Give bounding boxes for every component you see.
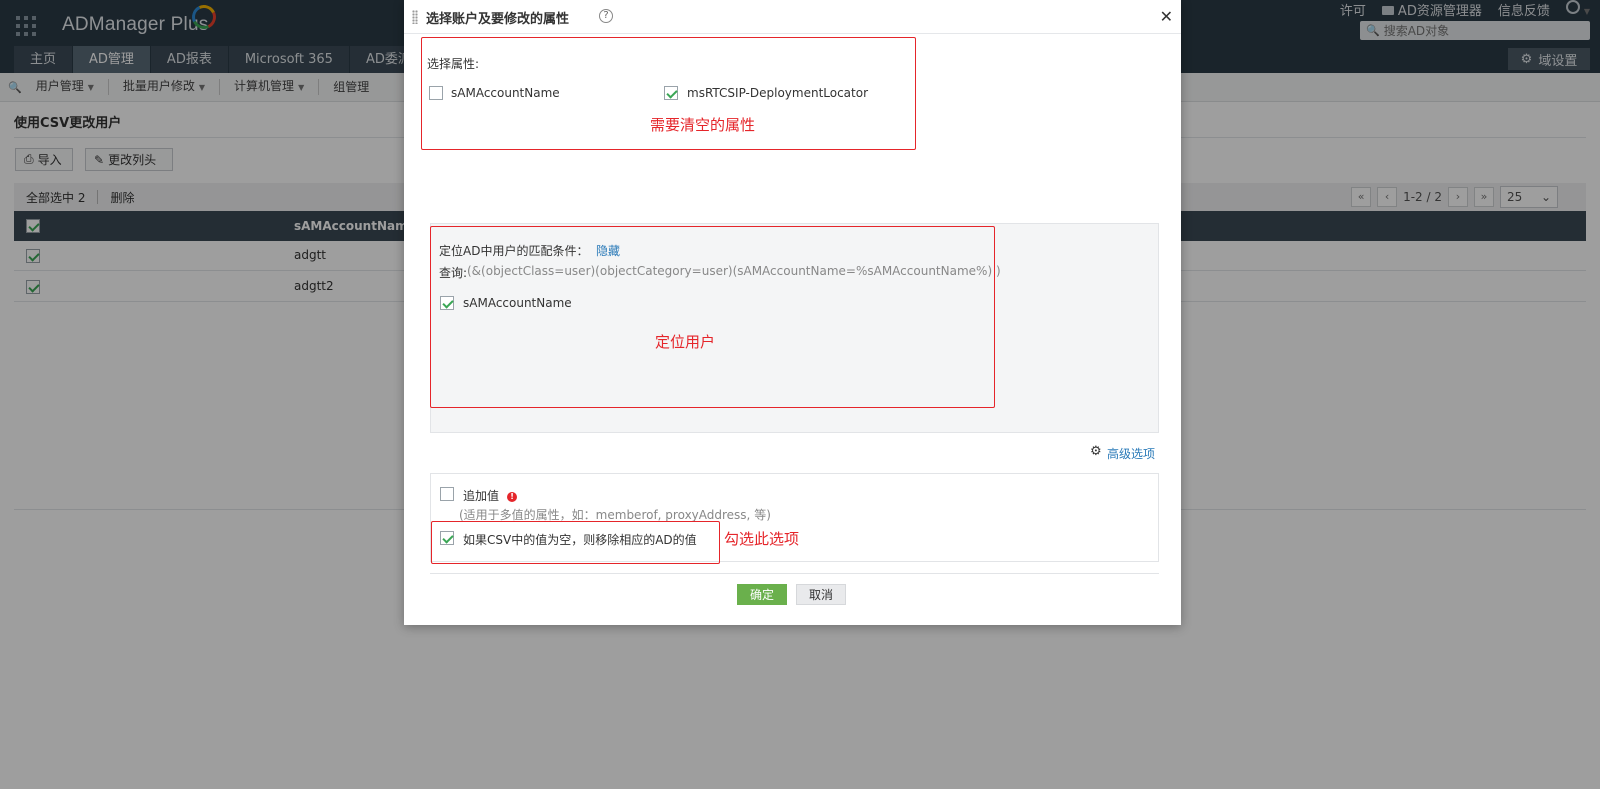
query-label: 查询:: [439, 266, 468, 280]
remove-empty-checkbox[interactable]: [440, 531, 454, 545]
annotation-clear-attr: 需要清空的属性: [650, 116, 756, 134]
match-label: 定位AD中用户的匹配条件：: [439, 244, 589, 258]
help-icon[interactable]: ?: [599, 9, 613, 23]
hide-link[interactable]: 隐藏: [596, 242, 620, 259]
divider: [430, 573, 1159, 574]
annotation-check-option: 勾选此选项: [724, 530, 800, 548]
advanced-options-link[interactable]: 高级选项: [1107, 445, 1155, 462]
append-value-label: 追加值!: [463, 487, 518, 504]
append-value-checkbox[interactable]: [440, 487, 454, 501]
drag-handle-icon[interactable]: [412, 10, 418, 24]
select-attr-label: 选择属性:: [427, 57, 480, 71]
remove-empty-label: 如果CSV中的值为空，则移除相应的AD的值: [463, 533, 697, 547]
match-attr-checkbox[interactable]: [440, 296, 454, 310]
attr-label-msrtcsip: msRTCSIP-DeploymentLocator: [687, 86, 869, 100]
attr-checkbox-samaccountname[interactable]: [429, 86, 443, 100]
cancel-button[interactable]: 取消: [796, 584, 846, 605]
close-icon[interactable]: ✕: [1160, 7, 1173, 26]
annotation-locate-user: 定位用户: [655, 333, 716, 351]
query-value: (&(objectClass=user)(objectCategory=user…: [467, 264, 1001, 278]
append-value-text: 追加值: [463, 489, 500, 503]
match-attr-label: sAMAccountName: [463, 296, 572, 310]
dialog-header: 选择账户及要修改的属性 ? ✕: [404, 0, 1181, 34]
info-icon[interactable]: !: [507, 491, 518, 502]
select-attributes-dialog: 选择账户及要修改的属性 ? ✕ 选择属性: sAMAccountName msR…: [404, 0, 1181, 625]
ok-button[interactable]: 确定: [737, 584, 787, 605]
gear-icon: ⚙: [1090, 444, 1102, 459]
attr-checkbox-msrtcsip[interactable]: [664, 86, 678, 100]
dialog-title: 选择账户及要修改的属性: [426, 12, 570, 27]
attr-label-samaccountname: sAMAccountName: [451, 86, 560, 100]
